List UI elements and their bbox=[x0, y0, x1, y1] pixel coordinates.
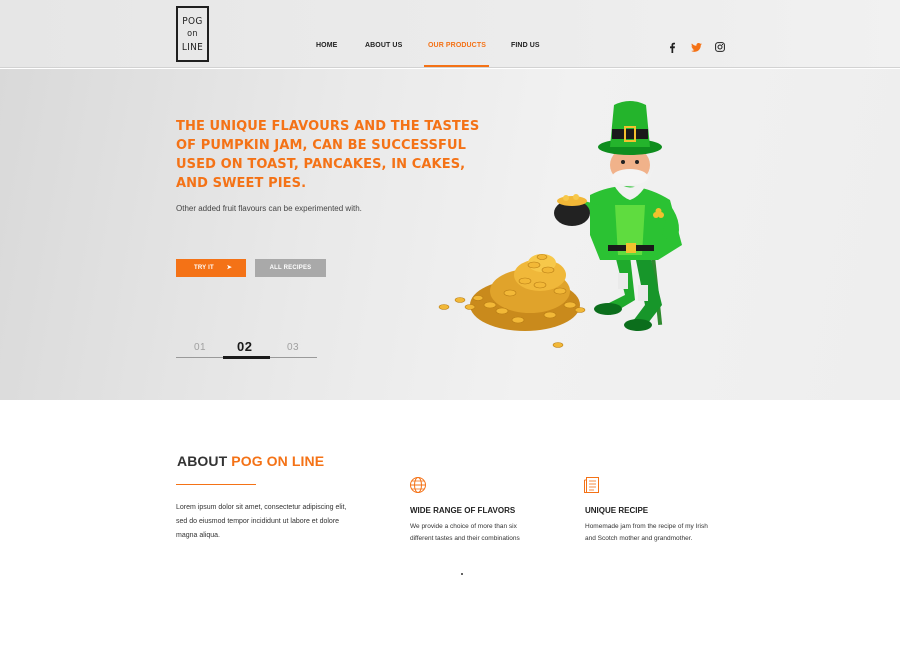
recipe-document-icon bbox=[583, 476, 601, 494]
all-recipes-button[interactable]: ALL RECIPES bbox=[255, 259, 326, 277]
about-title-highlight: POG ON LINE bbox=[231, 453, 325, 469]
slide-pagination: 01 02 03 bbox=[176, 339, 317, 360]
globe-icon bbox=[409, 476, 427, 494]
slide-01[interactable]: 01 bbox=[194, 342, 206, 353]
about-title: ABOUT POG ON LINE bbox=[177, 453, 324, 469]
try-it-label: TRY IT bbox=[194, 265, 214, 271]
feature-text-flavors: We provide a choice of more than six dif… bbox=[410, 523, 520, 542]
arrow-right-icon: ➤ bbox=[226, 265, 232, 271]
about-title-prefix: ABOUT bbox=[177, 453, 232, 469]
feature-text-recipe: Homemade jam from the recipe of my Irish… bbox=[585, 523, 708, 542]
nav-home[interactable]: HOME bbox=[316, 42, 337, 49]
divider-dot bbox=[461, 573, 463, 575]
nav-find-us[interactable]: FIND US bbox=[511, 42, 540, 49]
twitter-icon[interactable] bbox=[690, 41, 702, 53]
feature-title-recipe: UNIQUE RECIPE bbox=[585, 506, 649, 515]
feature-title-flavors: WIDE RANGE OF FLAVORS bbox=[410, 506, 516, 515]
slide-03[interactable]: 03 bbox=[287, 342, 299, 353]
hero-subtitle: Other added fruit flavours can be experi… bbox=[176, 204, 362, 213]
facebook-icon[interactable] bbox=[666, 41, 678, 53]
about-title-underline bbox=[176, 484, 256, 485]
logo-line-1: POG bbox=[182, 15, 203, 27]
nav-our-products[interactable]: OUR PRODUCTS bbox=[428, 42, 486, 49]
about-text: Lorem ipsum dolor sit amet, consectetur … bbox=[176, 504, 347, 539]
slide-02[interactable]: 02 bbox=[237, 339, 252, 354]
site-header: POG on LINE HOME ABOUT US OUR PRODUCTS F… bbox=[0, 0, 900, 68]
instagram-icon[interactable] bbox=[714, 41, 726, 53]
logo-line-2: on bbox=[187, 28, 198, 39]
gold-coins-image bbox=[438, 254, 586, 348]
nav-active-indicator bbox=[424, 65, 489, 67]
leprechaun-illustration bbox=[438, 101, 682, 348]
nav-about-us[interactable]: ABOUT US bbox=[365, 42, 402, 49]
try-it-button[interactable]: TRY IT ➤ bbox=[176, 259, 246, 277]
slides-active-indicator bbox=[223, 356, 270, 359]
